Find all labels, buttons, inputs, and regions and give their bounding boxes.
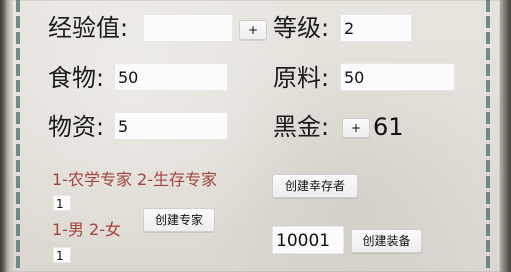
- exp-input[interactable]: [143, 14, 233, 42]
- equipment-id-input[interactable]: 10001: [272, 226, 344, 254]
- food-label: 食物:: [48, 64, 105, 92]
- right-dashed-border: [486, 0, 490, 272]
- left-dashed-border: [16, 0, 20, 272]
- exp-plus-button[interactable]: +: [239, 20, 267, 40]
- supplies-input[interactable]: 5: [114, 112, 228, 140]
- gender-hint: 1-男 2-女: [52, 220, 121, 239]
- food-input[interactable]: 50: [114, 63, 228, 91]
- gender-input[interactable]: 1: [53, 247, 71, 263]
- expert-type-input[interactable]: 1: [53, 195, 71, 211]
- create-survivor-button[interactable]: 创建幸存者: [272, 174, 358, 198]
- create-expert-button[interactable]: 创建专家: [143, 208, 215, 232]
- create-equipment-button[interactable]: 创建装备: [351, 229, 422, 253]
- raw-input[interactable]: 50: [340, 63, 455, 91]
- supplies-label: 物资:: [48, 113, 105, 141]
- level-input[interactable]: 2: [340, 14, 412, 42]
- raw-label: 原料:: [273, 64, 330, 92]
- right-frame: [500, 0, 511, 272]
- blackgold-label: 黑金:: [273, 113, 330, 141]
- exp-label: 经验值:: [48, 14, 129, 42]
- blackgold-value: 61: [373, 113, 404, 141]
- blackgold-plus-button[interactable]: +: [342, 118, 370, 138]
- expert-type-hint: 1-农学专家 2-生存专家: [52, 170, 217, 189]
- level-label: 等级:: [273, 14, 330, 42]
